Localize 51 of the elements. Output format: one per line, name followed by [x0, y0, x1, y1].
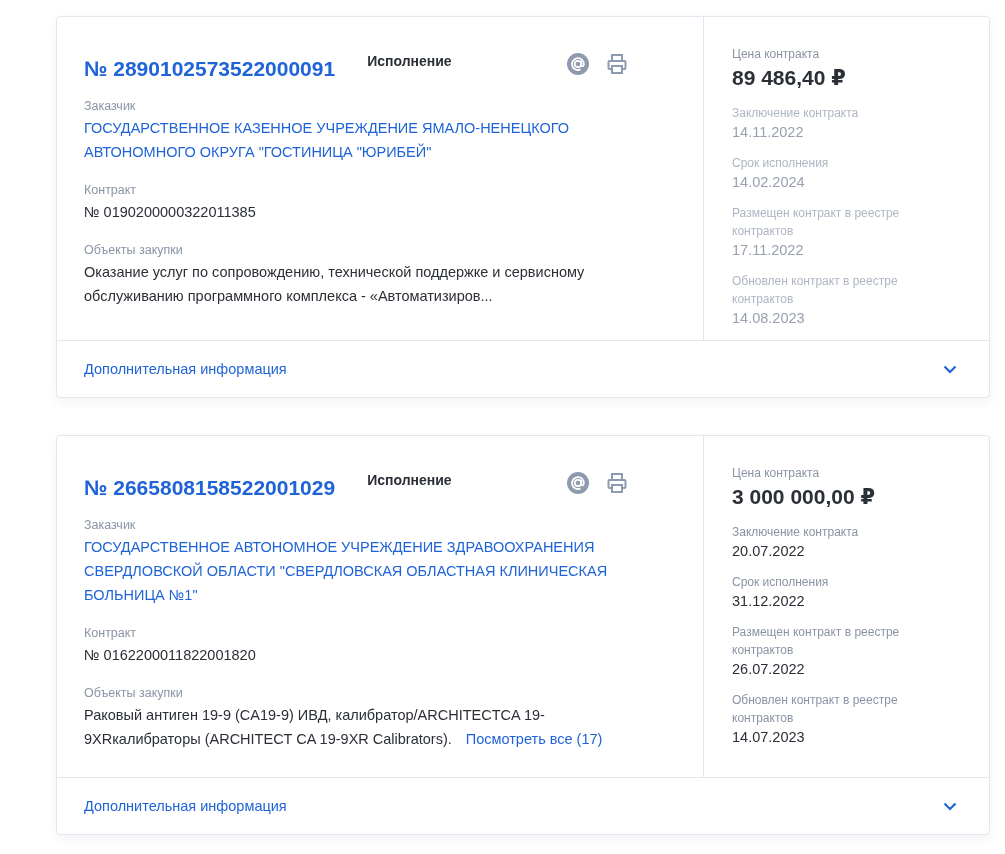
detail-label: Срок исполнения: [732, 155, 830, 172]
contract-number-link[interactable]: № 2890102573522000091: [84, 57, 336, 81]
print-button[interactable]: [607, 53, 627, 75]
detail-value: 14.08.2023: [732, 310, 806, 326]
price-label: Цена контракта: [732, 46, 821, 63]
email-button[interactable]: [567, 53, 589, 75]
contract-value: № 0162200011822001820: [84, 646, 257, 665]
detail-label: Размещен контракт в реестре контрактов: [732, 205, 901, 240]
price-label: Цена контракта: [732, 465, 821, 482]
contract-number-link[interactable]: № 2665808158522001029: [84, 476, 336, 500]
detail-value: 14.02.2024: [732, 174, 806, 190]
printer-icon: [607, 472, 627, 494]
purchase-objects: Раковый антиген 19-9 (CA19-9) ИВД, калибратор/ARCHITECTCA 19-9XRкалибраторы (ARCHITECT CA 19-9XR Calibrators). Посмотреть все (17): [84, 706, 604, 749]
print-button[interactable]: [607, 472, 627, 494]
expand-button[interactable]: [943, 801, 957, 811]
detail-value: 26.07.2022: [732, 661, 806, 677]
field-label: Контракт: [84, 183, 138, 197]
field-label: Заказчик: [84, 518, 137, 532]
detail-label: Заключение контракта: [732, 524, 860, 541]
detail-value: 17.11.2022: [732, 242, 805, 258]
field-label: Контракт: [84, 626, 138, 640]
field-label: Объекты закупки: [84, 686, 184, 700]
detail-value: 14.07.2023: [732, 729, 806, 745]
field-label: Объекты закупки: [84, 243, 184, 257]
detail-value: 31.12.2022: [732, 593, 806, 609]
contract-price: 89 486,40 ₽: [732, 66, 847, 90]
more-info-link[interactable]: Дополнительная информация: [84, 361, 287, 377]
expand-button[interactable]: [943, 364, 957, 374]
chevron-icon: [943, 364, 957, 374]
status-label: Исполнение: [367, 53, 452, 69]
printer-icon: [607, 53, 627, 75]
detail-label: Обновлен контракт в реестре контрактов: [732, 692, 899, 727]
detail-value: 20.07.2022: [732, 543, 806, 559]
email-button[interactable]: [567, 472, 589, 494]
status-label: Исполнение: [367, 472, 452, 488]
email-icon: [567, 53, 589, 75]
contract-value: № 0190200000322011385: [84, 203, 257, 222]
detail-label: Заключение контракта: [732, 105, 860, 122]
detail-value: 14.11.2022: [732, 124, 805, 140]
email-icon: [567, 472, 589, 494]
detail-label: Размещен контракт в реестре контрактов: [732, 624, 901, 659]
customer-link[interactable]: ГОСУДАРСТВЕННОЕ АВТОНОМНОЕ УЧРЕЖДЕНИЕ ЗДРАВООХРАНЕНИЯ СВЕРДЛОВСКОЙ ОБЛАСТИ "СВЕРДЛОВСКАЯ ОБЛАСТНАЯ КЛИНИЧЕСКАЯ БОЛЬНИЦА №1": [84, 535, 643, 607]
field-label: Заказчик: [84, 99, 137, 113]
detail-label: Обновлен контракт в реестре контрактов: [732, 273, 899, 308]
more-info-link[interactable]: Дополнительная информация: [84, 798, 287, 814]
contract-price: 3 000 000,00 ₽: [732, 485, 877, 509]
view-all-link[interactable]: Посмотреть все (17): [465, 731, 603, 747]
purchase-objects: Оказание услуг по сопровождению, технической поддержке и сервисному обслуживанию программного комплекса - «Автоматизиров...: [84, 263, 586, 306]
chevron-icon: [943, 801, 957, 811]
detail-label: Срок исполнения: [732, 574, 830, 591]
customer-link[interactable]: ГОСУДАРСТВЕННОЕ КАЗЕННОЕ УЧРЕЖДЕНИЕ ЯМАЛО-НЕНЕЦКОГО АВТОНОМНОГО ОКРУГА "ГОСТИНИЦА "ЮРИБЕЙ": [84, 116, 643, 164]
